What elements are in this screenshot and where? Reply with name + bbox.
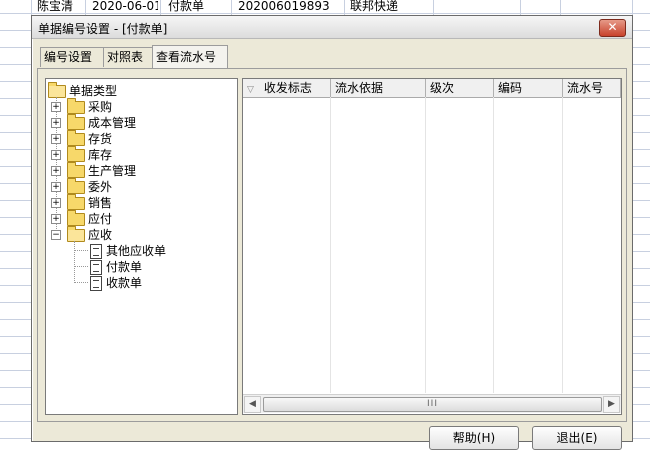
tree-item-receipt-voucher[interactable]: 收款单 [90, 275, 230, 291]
tree-item-receivables[interactable]: − 应收 [51, 226, 231, 243]
tree-item-label: 委外 [88, 180, 113, 194]
tree-item-payables[interactable]: + 应付 [51, 210, 231, 227]
sheet-cell-date[interactable]: 2020-06-01 [92, 0, 158, 13]
sort-icon: ▽ [247, 85, 254, 95]
grid-column-line [425, 97, 426, 393]
document-icon [90, 276, 102, 291]
grid-column-line [562, 97, 563, 393]
tree-item-sales[interactable]: + 销售 [51, 194, 231, 211]
tree-item-inventory[interactable]: + 存货 [51, 130, 231, 147]
document-type-tree[interactable]: 单据类型 + 采购 + 成本管理 + 存货 + 库存 + 生产管理 + 委外 +… [45, 78, 238, 415]
tree-item-cost-management[interactable]: + 成本管理 [51, 114, 231, 131]
column-header-serial-number[interactable]: 流水号 [563, 79, 621, 97]
tree-item-label: 应收 [88, 228, 113, 242]
collapse-icon[interactable]: − [51, 230, 61, 240]
scroll-grip-icon: III [427, 399, 438, 409]
tree-item-label: 存货 [88, 132, 113, 146]
tree-root-label: 单据类型 [69, 84, 118, 98]
folder-icon [67, 210, 85, 226]
document-number-settings-dialog: 单据编号设置 - [付款单] ✕ 编号设置 对照表 查看流水号 单据类型 + 采… [31, 15, 633, 450]
folder-open-icon [67, 226, 85, 242]
tab-number-settings[interactable]: 编号设置 [40, 47, 104, 67]
folder-icon [67, 178, 85, 194]
horizontal-scrollbar[interactable]: ◀ III ▶ [243, 394, 621, 413]
expand-icon[interactable]: + [51, 150, 61, 160]
column-header-label: 收发标志 [263, 81, 312, 95]
document-icon [90, 244, 102, 259]
tab-mapping-table[interactable]: 对照表 [103, 47, 153, 67]
folder-icon [67, 98, 85, 114]
tree-root[interactable]: 单据类型 [48, 82, 228, 99]
tree-item-label: 收款单 [106, 276, 143, 290]
grid-header: ▽ 收发标志 流水依据 级次 编码 流水号 [243, 79, 621, 98]
sheet-cell-carrier[interactable]: 联邦快递 [350, 0, 430, 13]
expand-icon[interactable]: + [51, 134, 61, 144]
close-button[interactable]: ✕ [599, 19, 626, 37]
expand-icon[interactable]: + [51, 214, 61, 224]
grid-column-line [493, 97, 494, 393]
scrollbar-thumb[interactable]: III [263, 397, 602, 412]
tab-panel: 单据类型 + 采购 + 成本管理 + 存货 + 库存 + 生产管理 + 委外 +… [37, 68, 627, 422]
tree-item-label: 其他应收单 [106, 244, 167, 258]
dialog-titlebar[interactable]: 单据编号设置 - [付款单] ✕ [32, 16, 632, 39]
column-header-serial-basis[interactable]: 流水依据 [331, 79, 426, 97]
tab-view-serial-number[interactable]: 查看流水号 [152, 45, 228, 68]
tree-item-label: 采购 [88, 100, 113, 114]
folder-icon [67, 114, 85, 130]
tree-item-payment-voucher[interactable]: 付款单 [90, 259, 230, 275]
tree-item-other-receivable[interactable]: 其他应收单 [90, 243, 230, 259]
column-header-direction-flag[interactable]: ▽ 收发标志 [243, 79, 331, 97]
sheet-cell-name[interactable]: 陈宝清 [37, 0, 83, 13]
tree-connector [74, 266, 88, 267]
folder-icon [67, 162, 85, 178]
scroll-left-button[interactable]: ◀ [244, 396, 261, 413]
tree-item-label: 付款单 [106, 260, 143, 274]
tree-item-procurement[interactable]: + 采购 [51, 98, 231, 115]
tree-item-label: 库存 [88, 148, 113, 162]
expand-icon[interactable]: + [51, 166, 61, 176]
tree-item-stock[interactable]: + 库存 [51, 146, 231, 163]
sheet-cell-type[interactable]: 付款单 [168, 0, 228, 13]
folder-icon [67, 146, 85, 162]
tree-item-label: 销售 [88, 196, 113, 210]
expand-icon[interactable]: + [51, 102, 61, 112]
grid-column-line [330, 97, 331, 393]
expand-icon[interactable]: + [51, 118, 61, 128]
tree-connector [74, 250, 88, 251]
tree-connector [74, 241, 75, 283]
column-header-level[interactable]: 级次 [426, 79, 494, 97]
tree-item-production-management[interactable]: + 生产管理 [51, 162, 231, 179]
serial-number-grid[interactable]: ▽ 收发标志 流水依据 级次 编码 流水号 ◀ III ▶ [242, 78, 622, 415]
expand-icon[interactable]: + [51, 182, 61, 192]
scroll-right-button[interactable]: ▶ [603, 396, 620, 413]
tree-item-label: 成本管理 [88, 116, 137, 130]
tree-item-label: 应付 [88, 212, 113, 226]
close-icon: ✕ [607, 20, 618, 34]
folder-icon [67, 194, 85, 210]
tree-connector [74, 282, 88, 283]
document-icon [90, 260, 102, 275]
expand-icon[interactable]: + [51, 198, 61, 208]
sheet-cell-number[interactable]: 202006019893 [238, 0, 342, 13]
column-header-code[interactable]: 编码 [494, 79, 563, 97]
tree-item-outsourcing[interactable]: + 委外 [51, 178, 231, 195]
dialog-title: 单据编号设置 - [付款单] [38, 22, 168, 36]
tree-item-label: 生产管理 [88, 164, 137, 178]
folder-open-icon [48, 82, 66, 98]
folder-icon [67, 130, 85, 146]
